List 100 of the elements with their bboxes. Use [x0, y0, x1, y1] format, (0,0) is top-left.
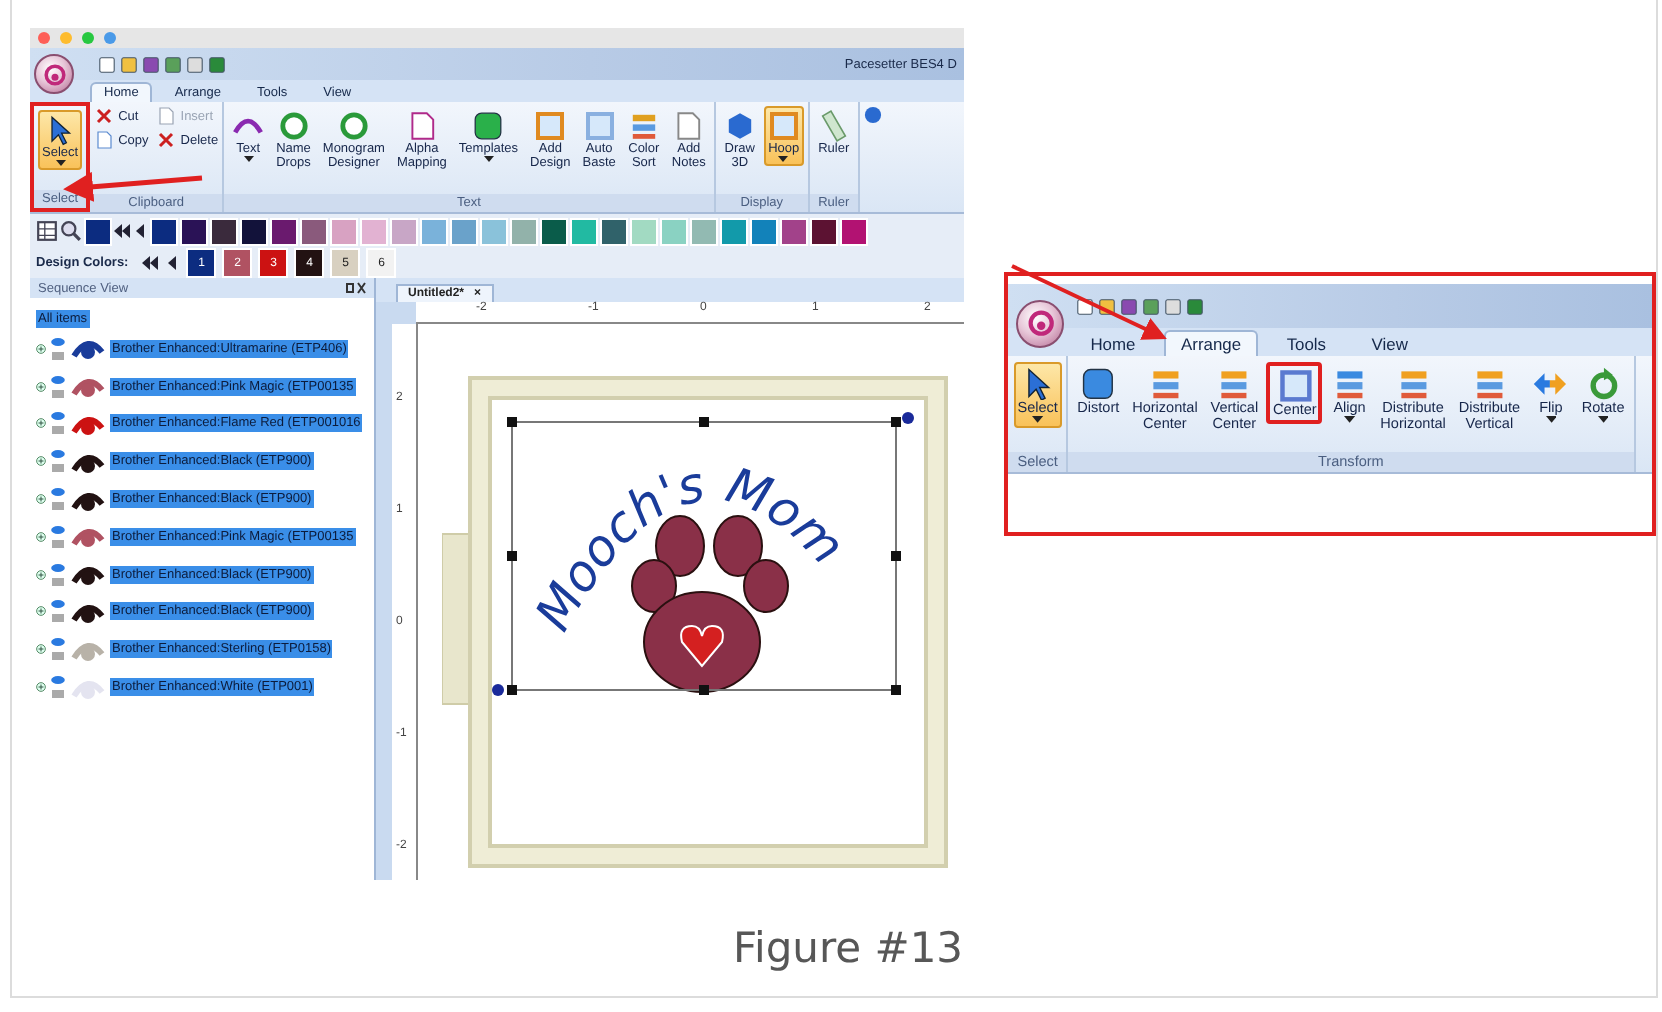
ribbon-tab[interactable]: Home	[1072, 329, 1154, 357]
tile-icon	[472, 110, 505, 142]
page-icon	[156, 106, 177, 126]
resize-handle[interactable]	[507, 551, 517, 561]
handle-dot[interactable]	[902, 412, 914, 424]
grid-icon[interactable]	[36, 220, 58, 242]
bars-icon	[1395, 365, 1431, 401]
color-swatch[interactable]	[240, 217, 268, 245]
frame-icon	[1277, 367, 1313, 403]
caret-icon	[778, 156, 789, 163]
resize-handle[interactable]	[891, 417, 901, 427]
handle-dot[interactable]	[492, 684, 504, 696]
pin-close-icon[interactable]	[346, 282, 366, 294]
expand-icon[interactable]	[36, 644, 46, 655]
ribbon-tab[interactable]: Tools	[1269, 329, 1344, 357]
expand-icon[interactable]	[36, 606, 46, 617]
color-swatch[interactable]	[630, 217, 658, 245]
expand-icon[interactable]	[36, 531, 46, 542]
rotate-icon	[1585, 365, 1621, 401]
cross-icon	[156, 130, 177, 150]
eye-lock-icon[interactable]	[50, 561, 66, 588]
ribbon-tab[interactable]: Arrange	[1163, 329, 1259, 357]
double-chevron-icon[interactable]	[142, 256, 159, 270]
color-swatch[interactable]	[180, 217, 208, 245]
caret-icon	[55, 160, 66, 167]
bars-icon	[1471, 365, 1508, 401]
zoom-dot[interactable]	[82, 32, 94, 44]
color-swatch[interactable]	[600, 217, 628, 245]
caret-icon	[1597, 416, 1609, 424]
eye-lock-icon[interactable]	[50, 373, 66, 400]
tile-icon	[1080, 365, 1117, 401]
color-swatch[interactable]	[810, 217, 838, 245]
color-swatch[interactable]	[390, 217, 418, 245]
expand-icon[interactable]	[36, 456, 46, 467]
expand-icon[interactable]	[36, 569, 46, 580]
color-swatch[interactable]	[570, 217, 598, 245]
frame-icon	[583, 110, 616, 142]
expand-icon[interactable]	[36, 494, 46, 505]
caret-icon	[483, 156, 494, 163]
caret-icon	[1545, 416, 1557, 424]
color-swatch[interactable]	[690, 217, 718, 245]
color-swatch[interactable]	[330, 217, 358, 245]
ribbon-tab[interactable]: View	[1354, 329, 1426, 357]
expand-icon[interactable]	[36, 418, 46, 429]
color-swatch[interactable]	[300, 217, 328, 245]
color-swatch[interactable]	[840, 217, 868, 245]
current-color-swatch[interactable]	[84, 217, 112, 245]
resize-handle[interactable]	[699, 685, 709, 695]
eye-lock-icon[interactable]	[50, 335, 66, 362]
eye-lock-icon[interactable]	[50, 448, 66, 475]
eye-lock-icon[interactable]	[50, 636, 66, 663]
color-swatch[interactable]	[720, 217, 748, 245]
bars-icon	[1147, 365, 1183, 401]
resize-handle[interactable]	[891, 551, 901, 561]
chevron-icon[interactable]	[164, 256, 181, 270]
logo-icon	[43, 63, 65, 85]
page-icon	[94, 130, 115, 150]
eye-lock-icon[interactable]	[50, 674, 66, 701]
color-swatch[interactable]	[660, 217, 688, 245]
eye-lock-icon[interactable]	[50, 486, 66, 513]
figure-caption: Figure #13	[732, 924, 964, 972]
window-dot[interactable]	[104, 32, 116, 44]
cross-icon	[94, 106, 115, 126]
expand-icon[interactable]	[36, 343, 46, 354]
color-swatch[interactable]	[750, 217, 778, 245]
double-chevron-icon[interactable]	[114, 224, 130, 238]
cube-icon	[723, 110, 756, 142]
color-swatch[interactable]	[510, 217, 538, 245]
ring-icon	[277, 110, 310, 142]
resize-handle[interactable]	[507, 417, 517, 427]
frame-icon	[767, 110, 800, 142]
minimize-dot[interactable]	[60, 32, 72, 44]
expand-icon[interactable]	[36, 682, 46, 693]
eye-lock-icon[interactable]	[50, 410, 66, 437]
page-icon	[672, 110, 705, 142]
color-swatch[interactable]	[270, 217, 298, 245]
color-swatch[interactable]	[150, 217, 178, 245]
color-swatch[interactable]	[480, 217, 508, 245]
resize-handle[interactable]	[891, 685, 901, 695]
expand-icon[interactable]	[36, 381, 46, 392]
eye-lock-icon[interactable]	[50, 523, 66, 550]
ring-icon	[337, 110, 370, 142]
frame-icon	[534, 110, 567, 142]
resize-handle[interactable]	[699, 417, 709, 427]
color-swatch[interactable]	[420, 217, 448, 245]
bars-icon	[627, 110, 660, 142]
color-swatch[interactable]	[540, 217, 568, 245]
color-swatch[interactable]	[450, 217, 478, 245]
person-icon[interactable]	[863, 106, 882, 124]
eye-lock-icon[interactable]	[50, 598, 66, 625]
caret-icon	[243, 156, 254, 163]
color-swatch[interactable]	[780, 217, 808, 245]
chevron-icon[interactable]	[132, 224, 148, 238]
color-swatch[interactable]	[210, 217, 238, 245]
color-swatch[interactable]	[360, 217, 388, 245]
close-dot[interactable]	[38, 32, 50, 44]
resize-handle[interactable]	[507, 685, 517, 695]
caret-icon	[1032, 416, 1044, 424]
caret-icon	[1343, 416, 1356, 424]
search-icon[interactable]	[60, 220, 82, 242]
